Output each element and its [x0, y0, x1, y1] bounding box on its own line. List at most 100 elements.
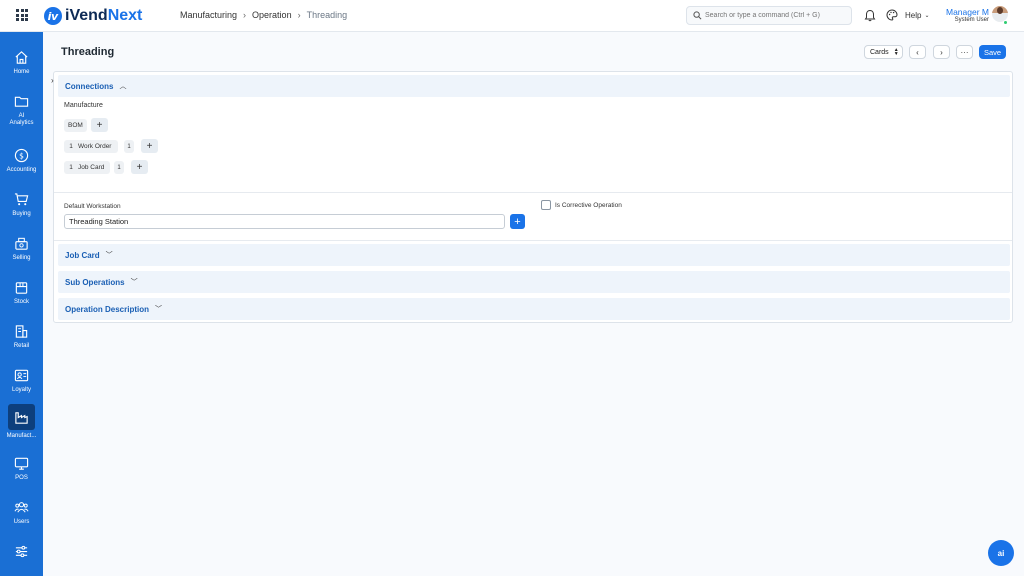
job-card-link[interactable]: 1 Job Card — [64, 161, 110, 174]
chevron-down-icon: ⌄ — [924, 13, 930, 19]
sort-arrows-icon: ▲ ▼ — [893, 47, 899, 57]
sub-operations-section-header[interactable]: Sub Operations ﹀ — [58, 271, 1010, 293]
search-icon — [693, 11, 702, 20]
work-order-count: 1 — [69, 143, 73, 150]
svg-text:$: $ — [19, 151, 24, 160]
apps-grid-icon[interactable] — [16, 9, 28, 21]
sidebar-item-label: Home — [13, 69, 30, 75]
section-divider — [54, 240, 1012, 241]
sidebar-item-label: AI Analytics — [9, 113, 34, 126]
monitor-icon — [14, 457, 29, 470]
connections-section-header[interactable]: Connections ︿ — [58, 75, 1010, 97]
page-title: Threading — [61, 46, 115, 58]
sidebar-item-label: Selling — [12, 255, 31, 261]
plus-icon: + — [96, 119, 103, 131]
breadcrumb-manufacturing[interactable]: Manufacturing — [180, 10, 237, 20]
chevron-down-icon: ﹀ — [105, 252, 113, 259]
register-icon — [15, 237, 28, 250]
breadcrumb-operation[interactable]: Operation — [252, 10, 292, 20]
section-title: Job Card — [65, 250, 100, 260]
sliders-icon — [15, 545, 28, 558]
sidebar-item-pos[interactable]: POS — [0, 450, 43, 490]
plus-icon: + — [514, 215, 521, 228]
sidebar-item-label: Stock — [13, 299, 29, 305]
sidebar-item-selling[interactable]: Selling — [0, 230, 43, 270]
work-order-link[interactable]: 1 Work Order — [64, 140, 118, 153]
sidebar-item-accounting[interactable]: $ Accounting — [0, 142, 43, 182]
search-box[interactable] — [686, 6, 852, 25]
chevron-right-icon: › — [940, 47, 943, 57]
workstation-label: Default Workstation — [64, 203, 121, 210]
add-job-card-button[interactable]: + — [131, 160, 148, 174]
job-card-section-header[interactable]: Job Card ﹀ — [58, 244, 1010, 266]
user-name: Manager M — [946, 7, 989, 17]
operation-description-section-header[interactable]: Operation Description ﹀ — [58, 298, 1010, 320]
sidebar-item-label: Buying — [12, 211, 31, 217]
sidebar-item-label: Retail — [13, 343, 30, 349]
chevron-right-icon: › — [297, 10, 301, 20]
chevron-left-icon: ‹ — [916, 47, 919, 57]
workstation-field[interactable] — [64, 214, 505, 229]
sidebar-item-label: POS — [15, 475, 28, 481]
add-workstation-button[interactable]: + — [510, 214, 525, 229]
plus-icon: + — [136, 161, 143, 173]
home-icon — [15, 51, 28, 64]
sidebar-item-users[interactable]: Users — [0, 494, 43, 534]
job-card-count: 1 — [69, 164, 73, 171]
bom-link[interactable]: BOM — [64, 119, 87, 132]
user-role: System User — [954, 17, 989, 23]
view-selector[interactable]: Cards ▲ ▼ — [864, 45, 903, 59]
help-label: Help — [905, 11, 922, 20]
sidebar-item-home[interactable]: Home — [0, 44, 43, 84]
add-bom-button[interactable]: + — [91, 118, 108, 132]
next-record-button[interactable]: › — [933, 45, 950, 59]
logo-mark-icon: ⅳ — [44, 7, 62, 25]
corrective-operation-checkbox[interactable] — [541, 200, 551, 210]
chevron-up-icon: ︿ — [119, 83, 127, 90]
sidebar-item-label: Loyalty — [11, 387, 31, 393]
dollar-icon: $ — [14, 148, 29, 163]
breadcrumb: Manufacturing › Operation › Threading — [180, 10, 347, 20]
expand-sidebar-icon[interactable]: › — [51, 76, 54, 85]
add-work-order-button[interactable]: + — [141, 139, 158, 153]
sidebar-item-retail[interactable]: Retail — [0, 318, 43, 358]
chevron-right-icon: › — [243, 10, 247, 20]
sidebar-item-label: Manufact... — [6, 433, 37, 439]
more-options-button[interactable]: ··· — [956, 45, 973, 59]
app-logo[interactable]: ⅳ iVendNext — [44, 6, 142, 26]
sidebar-item-buying[interactable]: Buying — [0, 186, 43, 226]
sidebar-item-label: Users — [13, 519, 30, 525]
palette-icon[interactable] — [886, 9, 898, 21]
search-input[interactable] — [705, 12, 845, 19]
sidebar-item-label: Accounting — [6, 167, 37, 173]
chevron-down-icon: ﹀ — [155, 306, 163, 313]
sidebar-item-ai-analytics[interactable]: AI Analytics — [0, 88, 43, 128]
users-icon — [14, 502, 29, 513]
view-selector-label: Cards — [870, 48, 889, 56]
sidebar-item-settings[interactable] — [0, 538, 43, 576]
help-menu[interactable]: Help ⌄ — [905, 11, 929, 20]
cart-icon — [14, 193, 29, 206]
work-order-open-count: 1 — [124, 140, 134, 153]
top-bar: ⅳ iVendNext Manufacturing › Operation › … — [0, 0, 1024, 32]
box-icon — [15, 282, 28, 294]
id-card-icon — [14, 369, 29, 382]
section-title: Sub Operations — [65, 277, 125, 287]
previous-record-button[interactable]: ‹ — [909, 45, 926, 59]
job-card-label: Job Card — [78, 164, 105, 171]
save-button[interactable]: Save — [979, 45, 1006, 59]
ai-assistant-button[interactable]: ai — [988, 540, 1014, 566]
sidebar: Home AI Analytics $ Accounting Buying Se… — [0, 32, 43, 576]
ellipsis-icon: ··· — [960, 47, 969, 57]
sidebar-item-loyalty[interactable]: Loyalty — [0, 362, 43, 402]
breadcrumb-current: Threading — [306, 10, 348, 20]
folder-icon — [14, 96, 29, 107]
bell-icon[interactable] — [864, 9, 876, 22]
online-status-dot — [1003, 20, 1008, 25]
sidebar-item-stock[interactable]: Stock — [0, 274, 43, 314]
plus-icon: + — [146, 140, 153, 152]
section-divider — [54, 192, 1012, 193]
logo-text: iVendNext — [65, 7, 143, 24]
section-title: Operation Description — [65, 304, 150, 314]
sidebar-item-manufacturing[interactable]: Manufact... — [0, 404, 43, 444]
